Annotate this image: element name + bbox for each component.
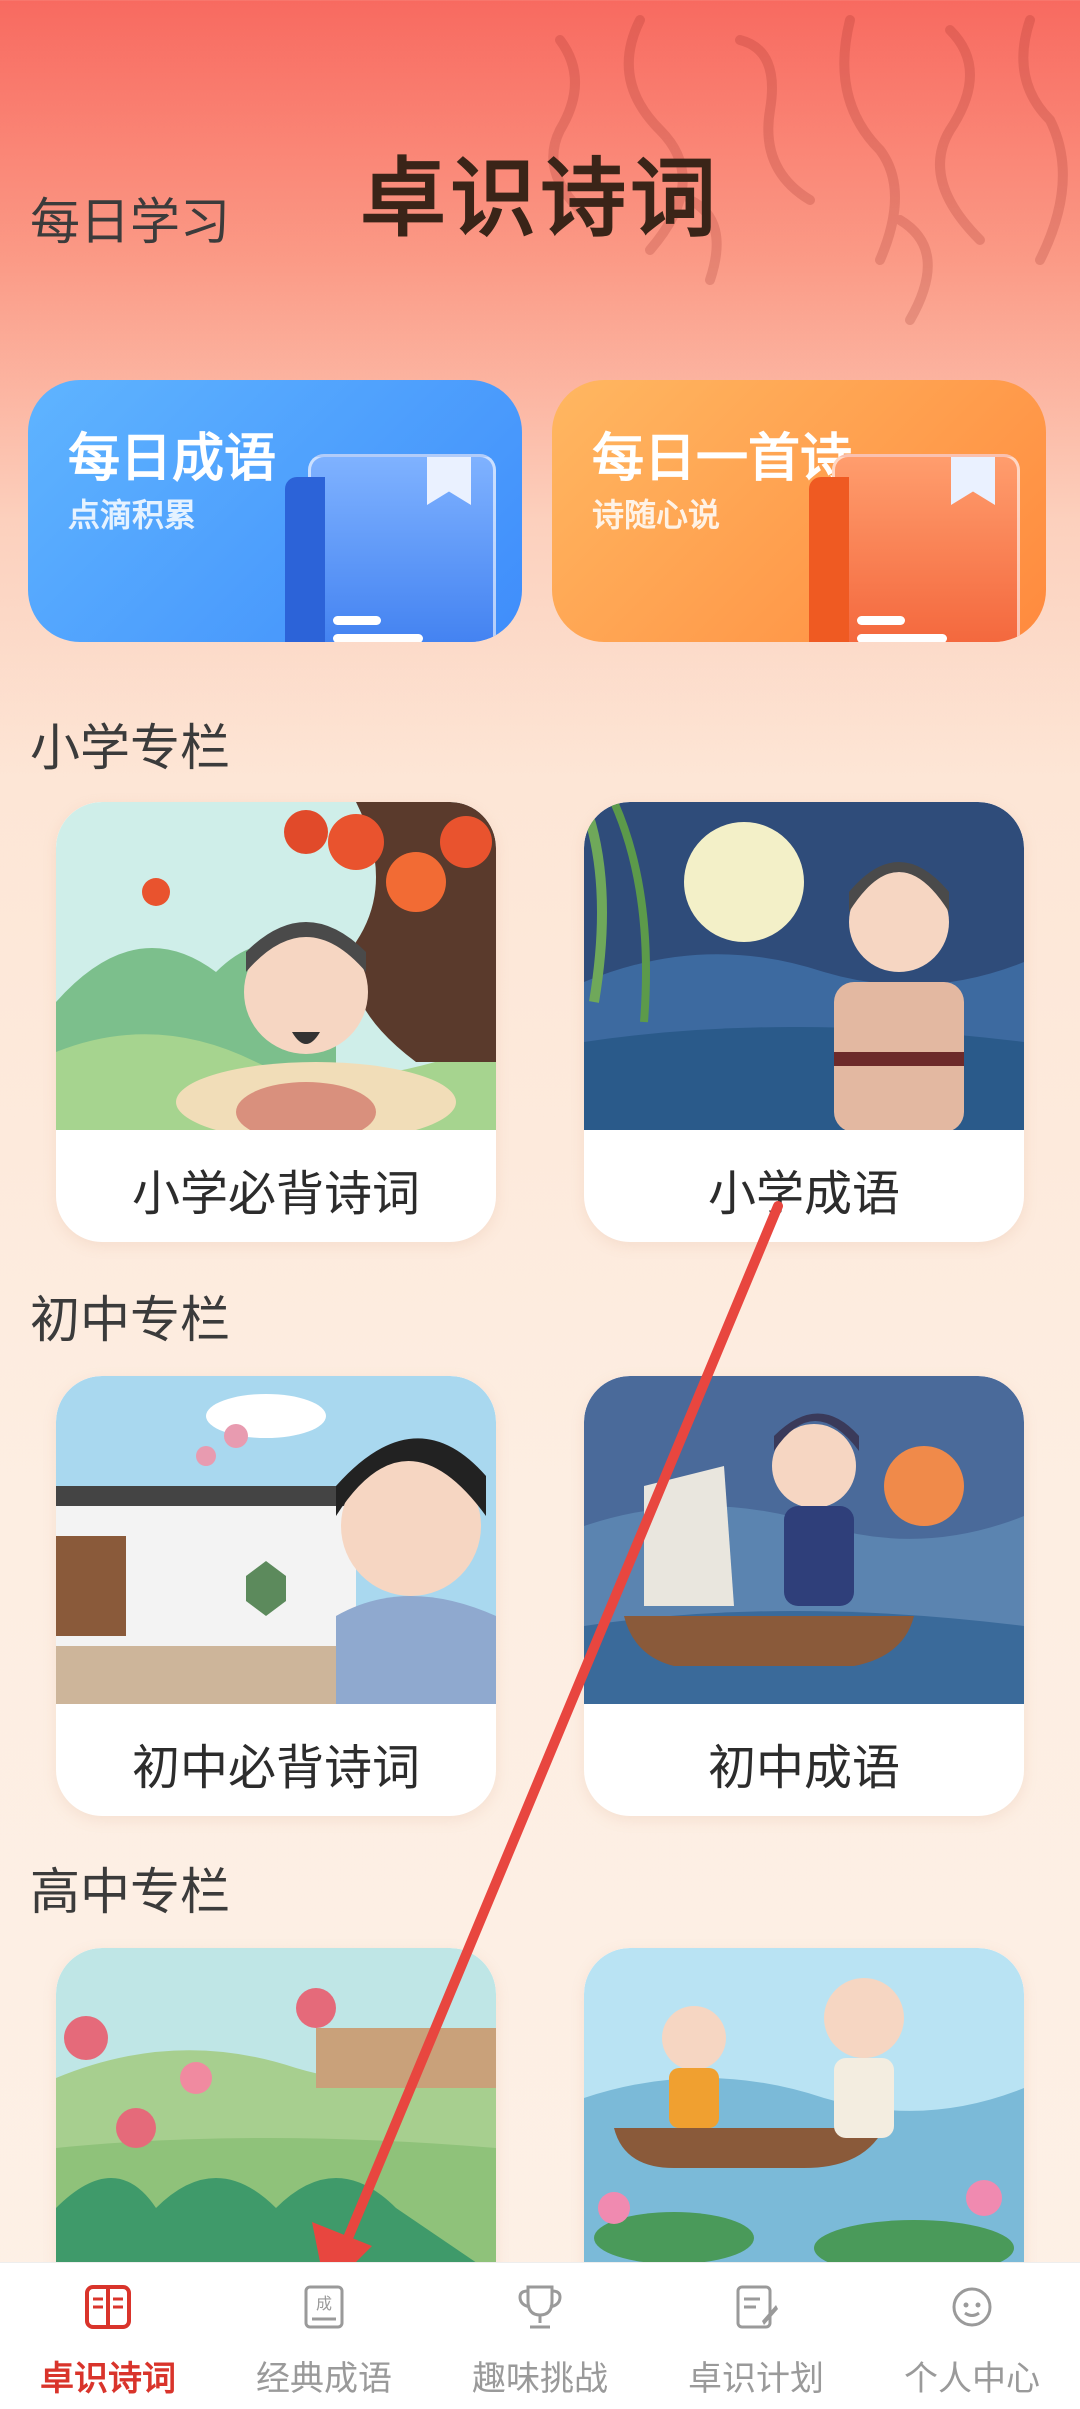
tab-label: 卓识诗词 [40,2359,176,2399]
tab-fun-challenge[interactable]: 趣味挑战 [432,2263,648,2409]
plan-edit-icon [736,2285,778,2329]
tab-zhuoshi-plan[interactable]: 卓识计划 [648,2263,864,2409]
section-primary-label: 小学专栏 [30,719,230,777]
junior-poem-card[interactable]: 初中必背诗词 [56,1376,496,1816]
daily-poem-card[interactable]: 每日一首诗 诗随心说 [552,380,1046,642]
tab-label: 卓识计划 [688,2359,824,2399]
junior-idiom-label: 初中成语 [707,1740,900,1796]
tab-personal-center[interactable]: 个人中心 [864,2263,1080,2409]
trophy-icon [518,2285,562,2329]
daily-idiom-subtitle: 点滴积累 [68,496,197,534]
tab-zhuoshi-poetry[interactable]: 卓识诗词 [0,2263,216,2409]
tab-label: 个人中心 [904,2359,1040,2399]
junior-poem-label: 初中必背诗词 [131,1740,420,1796]
primary-poem-card[interactable]: 小学必背诗词 [56,802,496,1242]
daily-idiom-title: 每日成语 [68,429,277,489]
book-icon [285,454,496,642]
daily-idiom-card[interactable]: 每日成语 点滴积累 [28,380,522,642]
junior-idiom-card[interactable]: 初中成语 [584,1376,1024,1816]
tab-label: 经典成语 [256,2359,392,2399]
blossom-garden-illustration [56,1948,496,2276]
svg-text:成: 成 [316,2294,332,2313]
primary-poem-label: 小学必背诗词 [131,1166,420,1222]
poet-autumn-illustration [56,802,496,1130]
primary-idiom-card[interactable]: 小学成语 [584,802,1024,1242]
primary-idiom-label: 小学成语 [707,1166,900,1222]
tab-label: 趣味挑战 [472,2359,608,2399]
courtyard-scholar-illustration [56,1376,496,1704]
section-junior-label: 初中专栏 [30,1291,230,1349]
section-senior-label: 高中专栏 [30,1863,230,1921]
bottom-tab-bar: 卓识诗词 成 经典成语 趣味挑战 卓识计划 个人中心 [0,2262,1080,2409]
sailboat-illustration [584,1376,1024,1704]
idiom-book-icon: 成 [304,2285,344,2329]
lotus-boat-illustration [584,1948,1024,2276]
profile-face-icon [952,2287,992,2327]
book-open-icon [85,2285,131,2329]
book-icon [809,454,1020,642]
moonlit-lake-illustration [584,802,1024,1130]
tab-classic-idioms[interactable]: 成 经典成语 [216,2263,432,2409]
section-daily-label: 每日学习 [30,193,230,251]
daily-poem-subtitle: 诗随心说 [592,496,721,534]
